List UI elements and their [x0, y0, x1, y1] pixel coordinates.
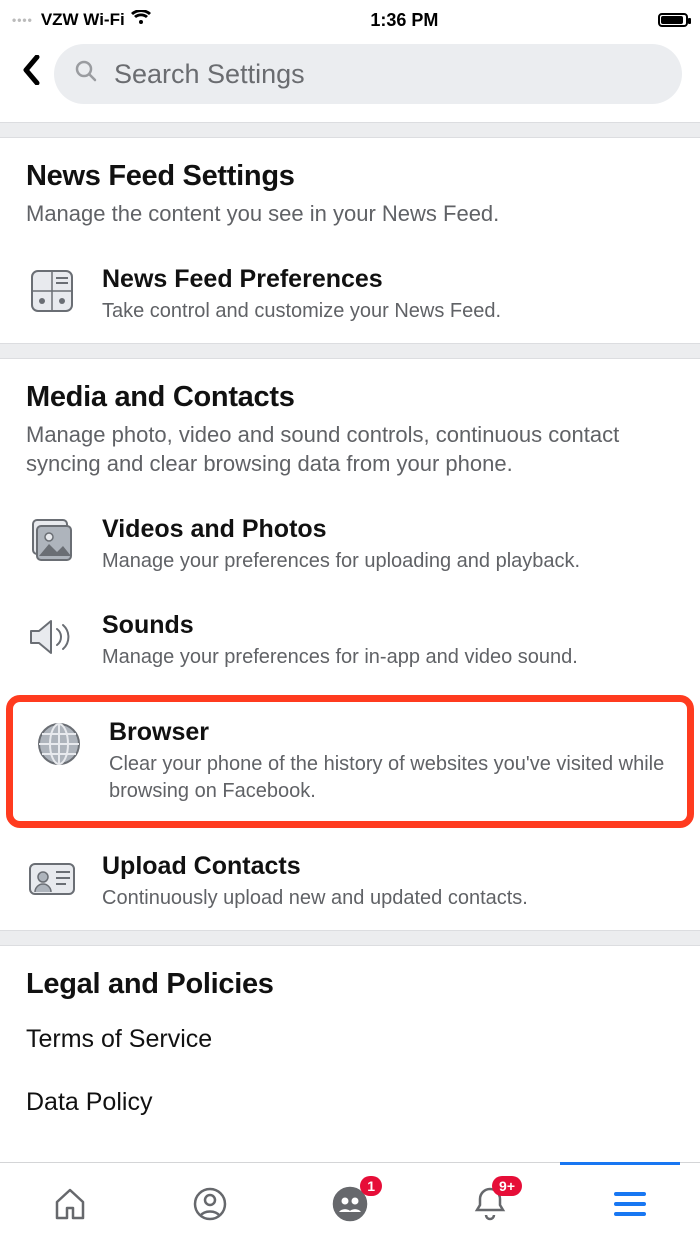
clock: 1:36 PM	[370, 10, 438, 31]
section-divider	[0, 343, 700, 359]
section-subtitle: Manage photo, video and sound controls, …	[26, 420, 674, 479]
item-subtitle: Clear your phone of the history of websi…	[109, 751, 667, 805]
photos-icon	[26, 515, 78, 567]
preferences-icon	[26, 265, 78, 317]
bottom-nav: 1 9+	[0, 1162, 700, 1244]
item-subtitle: Take control and customize your News Fee…	[102, 298, 674, 325]
nav-groups[interactable]: 1	[328, 1182, 372, 1226]
item-title: Terms of Service	[26, 1025, 212, 1053]
active-tab-indicator	[560, 1162, 680, 1165]
item-subtitle: Manage your preferences for uploading an…	[102, 548, 674, 575]
section-subtitle: Manage the content you see in your News …	[26, 199, 674, 229]
item-subtitle: Manage your preferences for in-app and v…	[102, 644, 674, 671]
section-title: News Feed Settings	[26, 160, 674, 193]
item-title: Upload Contacts	[102, 852, 674, 881]
browser-item[interactable]: Browser Clear your phone of the history …	[13, 708, 687, 815]
sound-icon	[26, 611, 78, 663]
item-title: Data Policy	[26, 1088, 152, 1116]
legal-section-header: Legal and Policies	[0, 946, 700, 1015]
media-section-header: Media and Contacts Manage photo, video a…	[0, 359, 700, 497]
item-subtitle: Continuously upload new and updated cont…	[102, 885, 674, 912]
groups-badge: 1	[360, 1176, 382, 1196]
search-input[interactable]: Search Settings	[54, 44, 682, 104]
item-title: Videos and Photos	[102, 515, 674, 544]
battery-icon	[658, 13, 688, 27]
section-title: Legal and Policies	[26, 968, 674, 1001]
section-divider	[0, 930, 700, 946]
item-title: Sounds	[102, 611, 674, 640]
section-divider	[0, 122, 700, 138]
terms-of-service-item[interactable]: Terms of Service	[0, 1015, 700, 1064]
nav-home[interactable]	[48, 1182, 92, 1226]
item-title: Browser	[109, 718, 667, 747]
browser-highlight: Browser Clear your phone of the history …	[6, 695, 694, 828]
globe-icon	[33, 718, 85, 770]
hamburger-icon	[614, 1192, 646, 1216]
signal-dots: ••••	[12, 13, 33, 27]
data-policy-item[interactable]: Data Policy	[0, 1064, 700, 1127]
search-icon	[74, 59, 98, 90]
back-button[interactable]	[22, 55, 40, 93]
newsfeed-preferences-item[interactable]: News Feed Preferences Take control and c…	[0, 247, 700, 343]
wifi-icon	[131, 10, 151, 31]
notifications-badge: 9+	[492, 1176, 522, 1196]
status-bar: •••• VZW Wi-Fi 1:36 PM	[0, 0, 700, 36]
nav-notifications[interactable]: 9+	[468, 1182, 512, 1226]
contacts-icon	[26, 852, 78, 904]
upload-contacts-item[interactable]: Upload Contacts Continuously upload new …	[0, 834, 700, 930]
search-placeholder: Search Settings	[114, 59, 305, 90]
sounds-item[interactable]: Sounds Manage your preferences for in-ap…	[0, 593, 700, 689]
newsfeed-section-header: News Feed Settings Manage the content yo…	[0, 138, 700, 247]
carrier-label: VZW Wi-Fi	[41, 10, 125, 30]
videos-photos-item[interactable]: Videos and Photos Manage your preference…	[0, 497, 700, 593]
nav-menu[interactable]	[608, 1182, 652, 1226]
section-title: Media and Contacts	[26, 381, 674, 414]
item-title: News Feed Preferences	[102, 265, 674, 294]
nav-profile[interactable]	[188, 1182, 232, 1226]
